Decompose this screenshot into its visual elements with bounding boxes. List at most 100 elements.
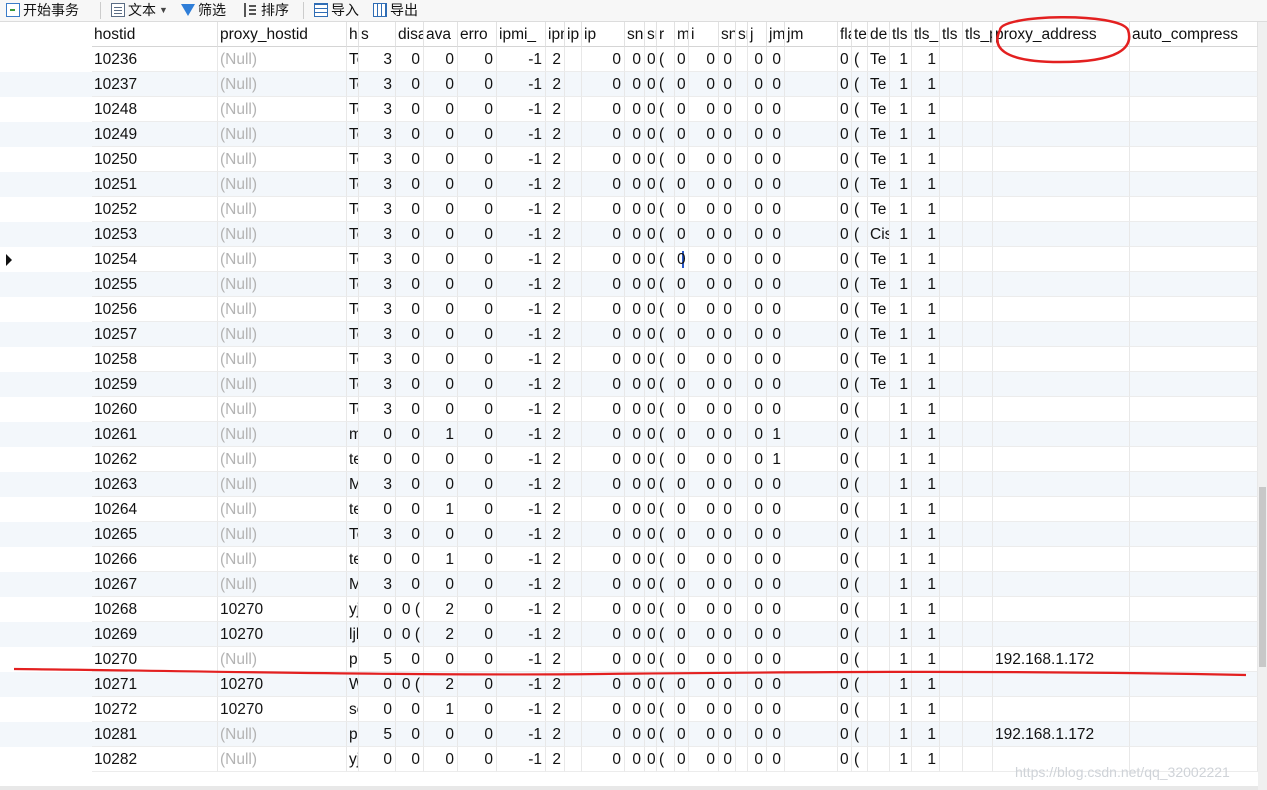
- cell-jmx-disable[interactable]: [785, 747, 838, 772]
- cell-description[interactable]: [868, 597, 890, 622]
- cell-flags[interactable]: 0: [838, 697, 852, 722]
- cell-maintenance[interactable]: 0: [675, 747, 689, 772]
- cell-sr[interactable]: [736, 72, 748, 97]
- cell-jmx-disable[interactable]: [785, 72, 838, 97]
- cell-proxy-address[interactable]: [993, 147, 1130, 172]
- cell-tls-psk[interactable]: [963, 672, 993, 697]
- cell-snmp-errors[interactable]: 0: [719, 697, 736, 722]
- column-header-tls-psk[interactable]: tls_p: [963, 22, 993, 47]
- cell-tls-psk[interactable]: [963, 72, 993, 97]
- cell-j[interactable]: 0: [748, 372, 767, 397]
- cell-i[interactable]: 0: [689, 47, 719, 72]
- cell-tls-connect[interactable]: 1: [890, 747, 912, 772]
- cell-i[interactable]: 0: [689, 722, 719, 747]
- cell-proxy-hostid[interactable]: (Null): [218, 97, 347, 122]
- cell-sr[interactable]: [736, 297, 748, 322]
- cell-tls-accept[interactable]: 1: [912, 272, 940, 297]
- cell-tls-psk[interactable]: [963, 597, 993, 622]
- cell-i[interactable]: 0: [689, 297, 719, 322]
- cell-description[interactable]: [868, 397, 890, 422]
- cell-tls-accept[interactable]: 1: [912, 47, 940, 72]
- cell-jmx-disable[interactable]: [785, 347, 838, 372]
- cell-hostid[interactable]: 10265: [92, 522, 218, 547]
- cell-proxy-hostid[interactable]: (Null): [218, 572, 347, 597]
- cell-snmp-available[interactable]: 0: [625, 722, 645, 747]
- cell-proxy-address[interactable]: [993, 372, 1130, 397]
- cell-snmp-available[interactable]: 0: [625, 622, 645, 647]
- cell-description[interactable]: Te: [868, 47, 890, 72]
- cell-jmx-available[interactable]: 0: [767, 697, 785, 722]
- cell-tls-psk[interactable]: [963, 47, 993, 72]
- cell-hostid[interactable]: 10256: [92, 297, 218, 322]
- column-header-i[interactable]: i: [689, 22, 719, 47]
- cell-snmp-disable[interactable]: 0: [645, 147, 657, 172]
- cell-errors-from[interactable]: 0: [458, 272, 497, 297]
- cell-r[interactable]: (: [657, 497, 675, 522]
- cell-auto-compress[interactable]: [1130, 672, 1258, 697]
- cell-proxy-address[interactable]: [993, 397, 1130, 422]
- cell-proxy-address[interactable]: 192.168.1.172: [993, 647, 1130, 672]
- cell-ipmi-password[interactable]: 0: [582, 697, 625, 722]
- cell-jmx-available[interactable]: 1: [767, 422, 785, 447]
- cell-tls-accept[interactable]: 1: [912, 397, 940, 422]
- cell-host[interactable]: Template Module: [347, 197, 359, 222]
- cell-errors-from[interactable]: 0: [458, 572, 497, 597]
- cell-tls-accept[interactable]: 1: [912, 647, 940, 672]
- cell-ipmi-user[interactable]: [565, 397, 582, 422]
- cell-tls-connect[interactable]: 1: [890, 422, 912, 447]
- cell-tls-accept[interactable]: 1: [912, 72, 940, 97]
- cell-i[interactable]: 0: [689, 747, 719, 772]
- cell-i[interactable]: 0: [689, 122, 719, 147]
- table-row[interactable]: 10264(Null)test sql0010-12000(000000(11: [0, 497, 1258, 522]
- cell-ipmi-privilege[interactable]: 2: [546, 322, 565, 347]
- cell-auto-compress[interactable]: [1130, 347, 1258, 372]
- cell-snmp-errors[interactable]: 0: [719, 322, 736, 347]
- cell-ipmi-authtype[interactable]: -1: [497, 547, 546, 572]
- cell-ipmi-privilege[interactable]: 2: [546, 197, 565, 222]
- cell-snmp-available[interactable]: 0: [625, 172, 645, 197]
- cell-status[interactable]: 3: [359, 472, 396, 497]
- cell-ipmi-password[interactable]: 0: [582, 672, 625, 697]
- cell-description[interactable]: [868, 722, 890, 747]
- column-header-flags[interactable]: flag: [838, 22, 852, 47]
- cell-tls-connect[interactable]: 1: [890, 447, 912, 472]
- cell-ipmi-password[interactable]: 0: [582, 222, 625, 247]
- cell-ipmi-user[interactable]: [565, 272, 582, 297]
- cell-tls-accept[interactable]: 1: [912, 472, 940, 497]
- cell-tls-psk[interactable]: [963, 697, 993, 722]
- cell-flags[interactable]: 0: [838, 747, 852, 772]
- cell-tls-connect[interactable]: 1: [890, 297, 912, 322]
- cell-flags[interactable]: 0: [838, 622, 852, 647]
- cell-j[interactable]: 0: [748, 672, 767, 697]
- cell-tls-accept[interactable]: 1: [912, 172, 940, 197]
- cell-sr[interactable]: [736, 497, 748, 522]
- cell-errors-from[interactable]: 0: [458, 322, 497, 347]
- cell-hostid[interactable]: 10282: [92, 747, 218, 772]
- cell-i[interactable]: 0: [689, 197, 719, 222]
- cell-description[interactable]: [868, 522, 890, 547]
- cell-status[interactable]: 3: [359, 47, 396, 72]
- cell-templateid[interactable]: (: [852, 222, 868, 247]
- cell-errors-from[interactable]: 0: [458, 447, 497, 472]
- cell-maintenance[interactable]: 0: [675, 97, 689, 122]
- cell-j[interactable]: 0: [748, 222, 767, 247]
- cell-flags[interactable]: 0: [838, 422, 852, 447]
- cell-jmx-available[interactable]: 0: [767, 347, 785, 372]
- cell-ipmi-authtype[interactable]: -1: [497, 747, 546, 772]
- cell-tls-accept[interactable]: 1: [912, 497, 940, 522]
- cell-tls-psk[interactable]: [963, 297, 993, 322]
- cell-description[interactable]: Te: [868, 297, 890, 322]
- cell-host[interactable]: Template Net Me: [347, 172, 359, 197]
- cell-tls-connect[interactable]: 1: [890, 622, 912, 647]
- column-header-templateid[interactable]: te: [852, 22, 868, 47]
- cell-jmx-disable[interactable]: [785, 297, 838, 322]
- cell-proxy-hostid[interactable]: (Null): [218, 72, 347, 97]
- cell-snmp-available[interactable]: 0: [625, 272, 645, 297]
- cell-snmp-errors[interactable]: 0: [719, 397, 736, 422]
- cell-snmp-available[interactable]: 0: [625, 72, 645, 97]
- cell-host[interactable]: yjn agent: [347, 747, 359, 772]
- cell-host[interactable]: Template Server I: [347, 272, 359, 297]
- cell-available[interactable]: 0: [424, 272, 458, 297]
- cell-ipmi-authtype[interactable]: -1: [497, 722, 546, 747]
- cell-snmp-errors[interactable]: 0: [719, 597, 736, 622]
